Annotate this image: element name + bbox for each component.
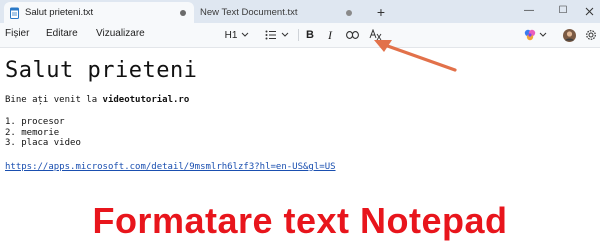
document-link[interactable]: https://apps.microsoft.com/detail/9msmlr… bbox=[5, 162, 336, 172]
overlay-caption: Formatare text Notepad bbox=[92, 200, 508, 241]
intro-text: Bine ați venit la bbox=[5, 95, 103, 105]
list-dropdown[interactable] bbox=[262, 27, 292, 43]
intro-paragraph: Bine ați venit la videotutorial.ro bbox=[5, 95, 189, 105]
tab-label: Salut prieteni.txt bbox=[25, 7, 94, 18]
notepad-icon bbox=[10, 7, 19, 19]
avatar bbox=[562, 28, 576, 42]
bold-button[interactable]: B bbox=[302, 27, 318, 43]
menu-edit[interactable]: Editare bbox=[46, 28, 78, 39]
list-item: 3. placa video bbox=[5, 138, 81, 148]
title-bar: Salut prieteni.txt New Text Document.txt… bbox=[0, 0, 600, 23]
new-tab-button[interactable]: + bbox=[372, 3, 390, 21]
unsaved-dot-icon[interactable] bbox=[180, 9, 186, 16]
tab-label: New Text Document.txt bbox=[200, 7, 298, 18]
copilot-icon bbox=[524, 29, 535, 41]
editor-area[interactable]: Salut prieteni Bine ați venit la videotu… bbox=[0, 48, 600, 250]
heading-label: H1 bbox=[224, 29, 238, 41]
unsaved-dot-icon[interactable] bbox=[346, 9, 352, 16]
menu-bar: Fișier Editare Vizualizare H1 B I bbox=[0, 23, 600, 48]
chevron-down-icon bbox=[539, 32, 546, 37]
menu-view[interactable]: Vizualizare bbox=[96, 28, 145, 39]
settings-button[interactable] bbox=[584, 27, 598, 43]
list-item: 2. memorie bbox=[5, 127, 60, 138]
gear-icon bbox=[586, 30, 596, 40]
document-heading: Salut prieteni bbox=[5, 58, 198, 83]
chevron-down-icon bbox=[242, 32, 249, 37]
heading-dropdown[interactable]: H1 bbox=[222, 27, 252, 43]
numbered-list: 1. procesor 2. memorie 3. placa video bbox=[5, 117, 81, 149]
close-icon bbox=[585, 7, 593, 16]
annotation-arrow-icon bbox=[374, 40, 457, 72]
link-button[interactable] bbox=[343, 27, 361, 43]
link-icon bbox=[345, 31, 359, 39]
maximize-button[interactable]: ☐ bbox=[548, 0, 578, 23]
bulleted-list-icon bbox=[265, 30, 276, 40]
close-button[interactable] bbox=[578, 0, 600, 23]
menu-file[interactable]: Fișier bbox=[5, 28, 29, 39]
tab-salut-prieteni[interactable]: Salut prieteni.txt bbox=[4, 2, 194, 23]
copilot-dropdown[interactable] bbox=[522, 27, 548, 43]
italic-button[interactable]: I bbox=[322, 27, 338, 43]
list-item: 1. procesor bbox=[5, 117, 65, 127]
account-button[interactable] bbox=[562, 27, 576, 43]
tab-new-text-document[interactable]: New Text Document.txt bbox=[196, 2, 360, 23]
toolbar-divider bbox=[298, 29, 299, 41]
minimize-button[interactable]: — bbox=[514, 0, 544, 23]
chevron-down-icon bbox=[281, 32, 289, 37]
intro-bold-text: videotutorial.ro bbox=[102, 95, 190, 105]
